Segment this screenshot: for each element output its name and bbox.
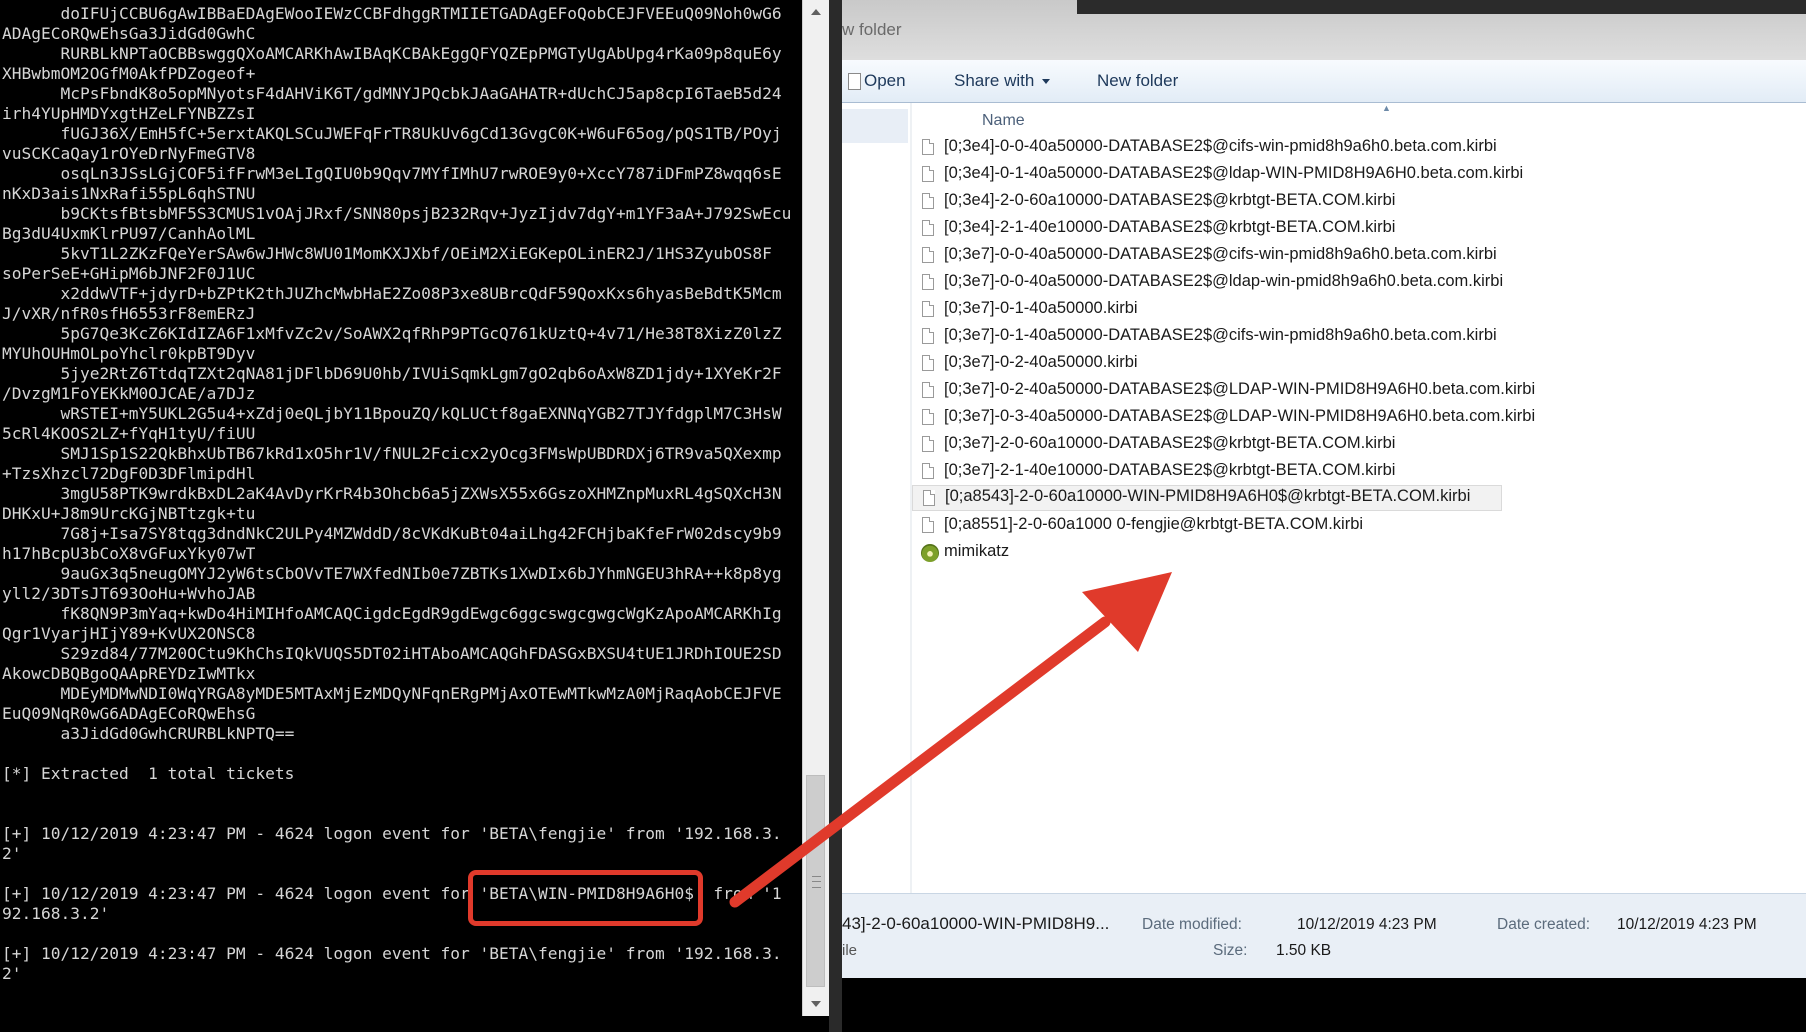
title-bar[interactable]: w folder	[842, 0, 1806, 60]
highlight-box	[468, 870, 703, 926]
column-name-header[interactable]: Name	[982, 112, 1025, 130]
navigation-pane[interactable]	[842, 103, 911, 893]
console-scrollbar[interactable]	[802, 0, 829, 1016]
open-button[interactable]: Open	[848, 66, 906, 96]
window-title: w folder	[842, 20, 902, 39]
share-with-label: Share with	[954, 71, 1035, 90]
file-icon	[922, 382, 934, 398]
file-row[interactable]: [0;3e7]-0-2-40a50000.kirbi	[912, 351, 1502, 377]
document-icon	[848, 73, 861, 90]
file-row[interactable]: [0;3e7]-0-0-40a50000-DATABASE2$@cifs-win…	[912, 243, 1502, 269]
details-file-type: ile	[842, 942, 858, 959]
date-modified-value: 10/12/2019 4:23 PM	[1297, 916, 1437, 933]
file-row[interactable]: [0;3e7]-0-2-40a50000-DATABASE2$@LDAP-WIN…	[912, 378, 1535, 404]
file-icon	[922, 193, 934, 209]
scroll-up-arrow-icon[interactable]	[803, 0, 829, 24]
file-icon	[922, 517, 934, 533]
title-bar-shadow	[1077, 0, 1806, 14]
console-output: doIFUjCCBU6gAwIBBaEDAgEWooIEWzCCBFdhggRT…	[2, 4, 792, 983]
file-row[interactable]: [0;3e7]-0-1-40a50000-DATABASE2$@cifs-win…	[912, 324, 1502, 350]
command-bar: Open Share with New folder	[842, 60, 1806, 103]
file-row[interactable]: [0;3e4]-2-0-60a10000-DATABASE2$@krbtgt-B…	[912, 189, 1502, 215]
date-modified-label: Date modified:	[1142, 916, 1242, 933]
file-icon	[922, 220, 934, 236]
file-row[interactable]: [0;3e4]-0-0-40a50000-DATABASE2$@cifs-win…	[912, 135, 1502, 161]
file-icon	[922, 355, 934, 371]
file-icon	[922, 247, 934, 263]
file-icon	[922, 301, 934, 317]
file-row-selected[interactable]: [0;a8543]-2-0-60a10000-WIN-PMID8H9A6H0$@…	[912, 485, 1502, 511]
file-row[interactable]: [0;3e7]-0-0-40a50000-DATABASE2$@ldap-win…	[912, 270, 1503, 296]
file-list[interactable]: Name ▲ [0;3e4]-0-0-40a50000-DATABASE2$@c…	[912, 103, 1806, 893]
scroll-thumb[interactable]	[806, 775, 825, 987]
file-icon	[922, 274, 934, 290]
file-row[interactable]: [0;a8551]-2-0-60a1000 0-fengjie@krbtgt-B…	[912, 513, 1502, 539]
date-created-label: Date created:	[1497, 916, 1591, 933]
file-icon	[923, 490, 935, 506]
nav-selected-item[interactable]	[842, 109, 908, 143]
file-icon	[922, 328, 934, 344]
column-header: Name ▲	[912, 103, 1806, 139]
scroll-grip-icon	[812, 876, 821, 888]
details-pane: 43]-2-0-60a10000-WIN-PMID8H9... ile Date…	[842, 893, 1806, 979]
taskbar-area	[842, 978, 1806, 1032]
scroll-down-arrow-icon[interactable]	[803, 992, 829, 1016]
file-row[interactable]: [0;3e7]-2-0-60a10000-DATABASE2$@krbtgt-B…	[912, 432, 1502, 458]
explorer-window: w folder Open Share with New folder Name…	[842, 0, 1806, 1032]
new-folder-label: New folder	[1097, 71, 1179, 90]
open-label: Open	[864, 71, 906, 90]
size-value: 1.50 KB	[1276, 942, 1332, 959]
chevron-down-icon	[1042, 79, 1051, 85]
file-icon	[922, 436, 934, 452]
file-icon	[922, 463, 934, 479]
date-created-value: 10/12/2019 4:23 PM	[1617, 916, 1757, 933]
file-icon	[922, 409, 934, 425]
console-window: doIFUjCCBU6gAwIBBaEDAgEWooIEWzCCBFdhggRT…	[0, 0, 842, 1032]
file-row-mimikatz[interactable]: mimikatz	[912, 540, 1502, 566]
file-icon	[922, 139, 934, 155]
details-filename: 43]-2-0-60a10000-WIN-PMID8H9...	[842, 914, 1110, 933]
file-row[interactable]: [0;3e7]-0-1-40a50000.kirbi	[912, 297, 1502, 323]
kiwi-icon	[921, 544, 939, 562]
file-row[interactable]: [0;3e4]-2-1-40e10000-DATABASE2$@krbtgt-B…	[912, 216, 1502, 242]
file-row[interactable]: [0;3e4]-0-1-40a50000-DATABASE2$@ldap-WIN…	[912, 162, 1523, 188]
sort-up-icon: ▲	[1382, 103, 1391, 113]
new-folder-button[interactable]: New folder	[1097, 66, 1178, 96]
file-row[interactable]: [0;3e7]-0-3-40a50000-DATABASE2$@LDAP-WIN…	[912, 405, 1535, 431]
size-label: Size:	[1213, 942, 1248, 959]
share-with-button[interactable]: Share with	[954, 66, 1051, 96]
file-icon	[922, 166, 934, 182]
file-row[interactable]: [0;3e7]-2-1-40e10000-DATABASE2$@krbtgt-B…	[912, 459, 1502, 485]
window-border	[829, 0, 842, 1032]
